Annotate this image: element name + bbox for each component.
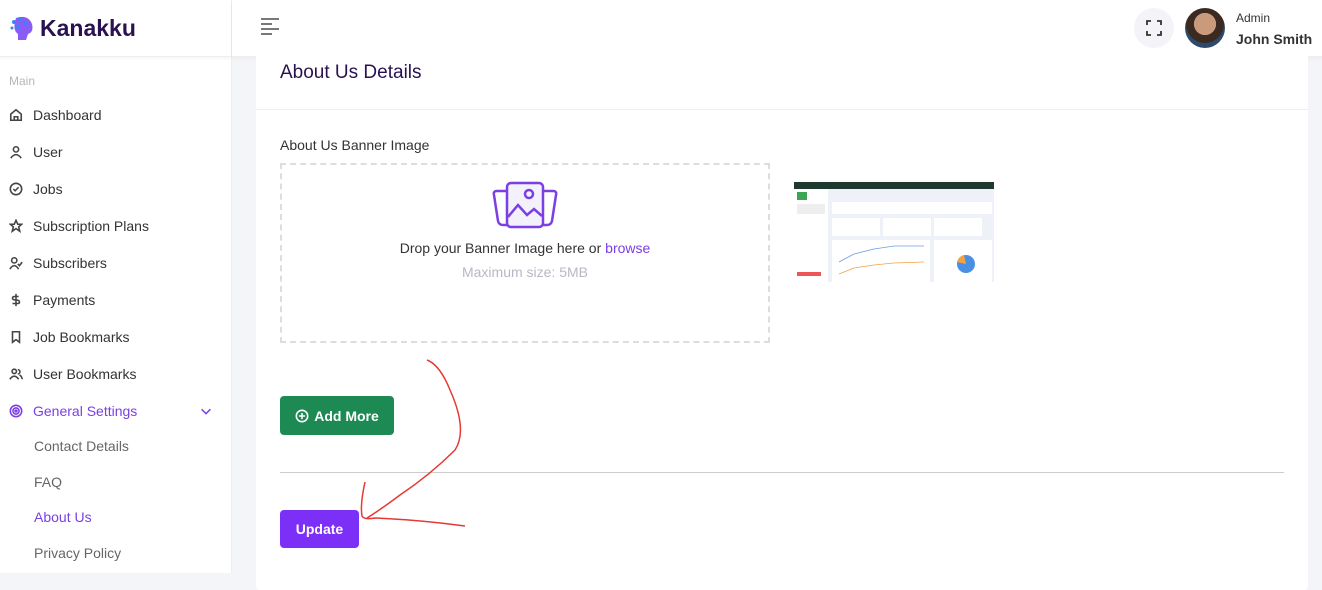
check-circle-icon [9,182,23,196]
sidebar-item-label: Payments [33,292,96,308]
divider [280,472,1284,473]
sidebar-item-label: General Settings [33,403,138,419]
sidebar-subitem-about-us[interactable]: About Us [34,509,92,525]
update-button[interactable]: Update [280,510,359,548]
page-title: About Us Details [280,62,422,83]
sidebar-item-dashboard[interactable]: Dashboard [9,107,219,123]
target-icon [9,404,23,418]
top-header: Admin John Smith [232,0,1322,57]
brain-logo-icon [10,16,33,40]
sidebar-item-label: User Bookmarks [33,366,137,382]
plus-circle-icon [295,409,309,422]
user-icon [10,145,22,159]
sidebar-item-user[interactable]: User [9,144,219,160]
menu-toggle-icon[interactable] [260,17,280,35]
user-check-icon [9,256,23,270]
sidebar: Kanakku Main Dashboard User Jobs Subscri… [0,0,232,573]
sidebar-item-payments[interactable]: Payments [9,292,219,308]
banner-dropzone[interactable]: Drop your Banner Image here or browse Ma… [280,163,770,343]
avatar[interactable] [1185,8,1225,48]
banner-image-label: About Us Banner Image [280,137,430,153]
about-us-card: About Us Details About Us Banner Image D… [256,50,1308,590]
sidebar-item-label: User [33,144,63,160]
sidebar-subitem-privacy-policy[interactable]: Privacy Policy [34,545,121,561]
user-role: Admin [1236,11,1271,25]
sidebar-item-jobs[interactable]: Jobs [9,181,219,197]
max-size-hint: Maximum size: 5MB [461,264,589,280]
drop-instructions: Drop your Banner Image here or [399,240,606,256]
users-icon [9,368,23,380]
user-name[interactable]: John Smith [1236,31,1312,47]
sidebar-item-job-bookmarks[interactable]: Job Bookmarks [9,329,219,345]
fullscreen-button[interactable] [1134,8,1174,48]
sidebar-item-user-bookmarks[interactable]: User Bookmarks [9,366,219,382]
sidebar-item-subscribers[interactable]: Subscribers [9,255,219,271]
browse-link[interactable]: browse [605,240,650,256]
sidebar-item-subscription-plans[interactable]: Subscription Plans [9,218,219,234]
sidebar-item-label: Subscription Plans [33,218,149,234]
banner-image-preview [794,182,994,282]
add-more-label: Add More [314,407,379,424]
sidebar-item-label: Jobs [33,181,63,197]
logo[interactable]: Kanakku [0,0,231,57]
bookmark-icon [11,330,21,344]
sidebar-item-label: Dashboard [33,107,102,123]
image-upload-icon [492,181,558,229]
sidebar-item-label: Job Bookmarks [33,329,130,345]
divider [256,109,1308,110]
sidebar-item-label: Subscribers [33,255,107,271]
brand-name: Kanakku [40,14,136,41]
fullscreen-icon [1146,20,1162,36]
chevron-down-icon [201,408,211,415]
section-label: Main [9,74,36,88]
star-icon [9,219,23,233]
home-icon [9,108,23,122]
sidebar-subitem-contact-details[interactable]: Contact Details [34,438,129,454]
add-more-button[interactable]: Add More [280,396,394,435]
sidebar-subitem-faq[interactable]: FAQ [34,474,62,490]
dollar-icon [11,293,21,307]
sidebar-item-general-settings[interactable]: General Settings [9,403,219,419]
